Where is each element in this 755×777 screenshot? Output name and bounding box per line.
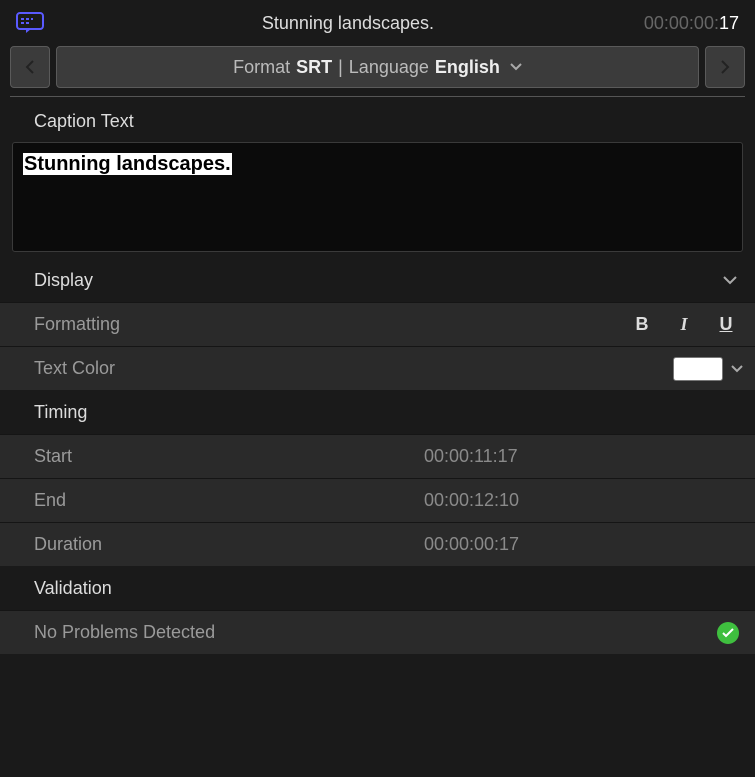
duration-row: Duration 00:00:00:17 (0, 522, 755, 566)
header-title: Stunning landscapes. (52, 13, 644, 34)
timing-section-header: Timing (0, 390, 755, 434)
validation-status-row: No Problems Detected (0, 610, 755, 654)
caption-text-section: Caption Text Stunning landscapes. (0, 97, 755, 252)
start-value[interactable]: 00:00:11:17 (424, 446, 743, 467)
caption-text-input[interactable]: Stunning landscapes. (12, 142, 743, 252)
format-prefix: Format (233, 57, 290, 78)
end-label: End (34, 490, 424, 511)
italic-button[interactable]: I (675, 314, 693, 335)
caption-inspector-panel: Stunning landscapes. 00:00:00:17 Format … (0, 0, 755, 654)
end-row: End 00:00:12:10 (0, 478, 755, 522)
start-row: Start 00:00:11:17 (0, 434, 755, 478)
text-color-control (673, 357, 743, 381)
validation-section-header: Validation (0, 566, 755, 610)
text-color-label: Text Color (34, 358, 424, 379)
text-color-row: Text Color (0, 346, 755, 390)
format-value: SRT (296, 57, 332, 78)
validation-label: Validation (34, 578, 112, 599)
caption-text-value: Stunning landscapes. (23, 153, 232, 175)
text-color-swatch[interactable] (673, 357, 723, 381)
language-prefix: Language (349, 57, 429, 78)
duration-value[interactable]: 00:00:00:17 (424, 534, 743, 555)
bold-button[interactable]: B (633, 314, 651, 335)
formatting-label: Formatting (34, 314, 424, 335)
checkmark-icon (717, 622, 739, 644)
validation-status-text: No Problems Detected (34, 622, 717, 643)
timecode-frames: 17 (719, 13, 739, 33)
timing-label: Timing (34, 402, 87, 423)
chevron-down-icon (723, 276, 737, 285)
chevron-down-icon[interactable] (731, 365, 743, 373)
start-label: Start (34, 446, 424, 467)
formatting-row: Formatting B I U (0, 302, 755, 346)
timecode-dim: 00:00:00: (644, 13, 719, 33)
end-value[interactable]: 00:00:12:10 (424, 490, 743, 511)
track-navbar: Format SRT | Language English (0, 46, 755, 88)
chevron-down-icon (510, 63, 522, 71)
formatting-buttons: B I U (633, 314, 743, 335)
prev-caption-button[interactable] (10, 46, 50, 88)
underline-button[interactable]: U (717, 314, 735, 335)
format-language-selector[interactable]: Format SRT | Language English (56, 46, 699, 88)
header: Stunning landscapes. 00:00:00:17 (0, 0, 755, 46)
format-separator: | (338, 57, 343, 78)
caption-mode-icon[interactable] (16, 12, 52, 34)
language-value: English (435, 57, 500, 78)
display-section-header[interactable]: Display (0, 258, 755, 302)
display-label: Display (34, 270, 93, 291)
header-timecode: 00:00:00:17 (644, 13, 739, 34)
caption-text-label: Caption Text (10, 97, 745, 142)
next-caption-button[interactable] (705, 46, 745, 88)
duration-label: Duration (34, 534, 424, 555)
